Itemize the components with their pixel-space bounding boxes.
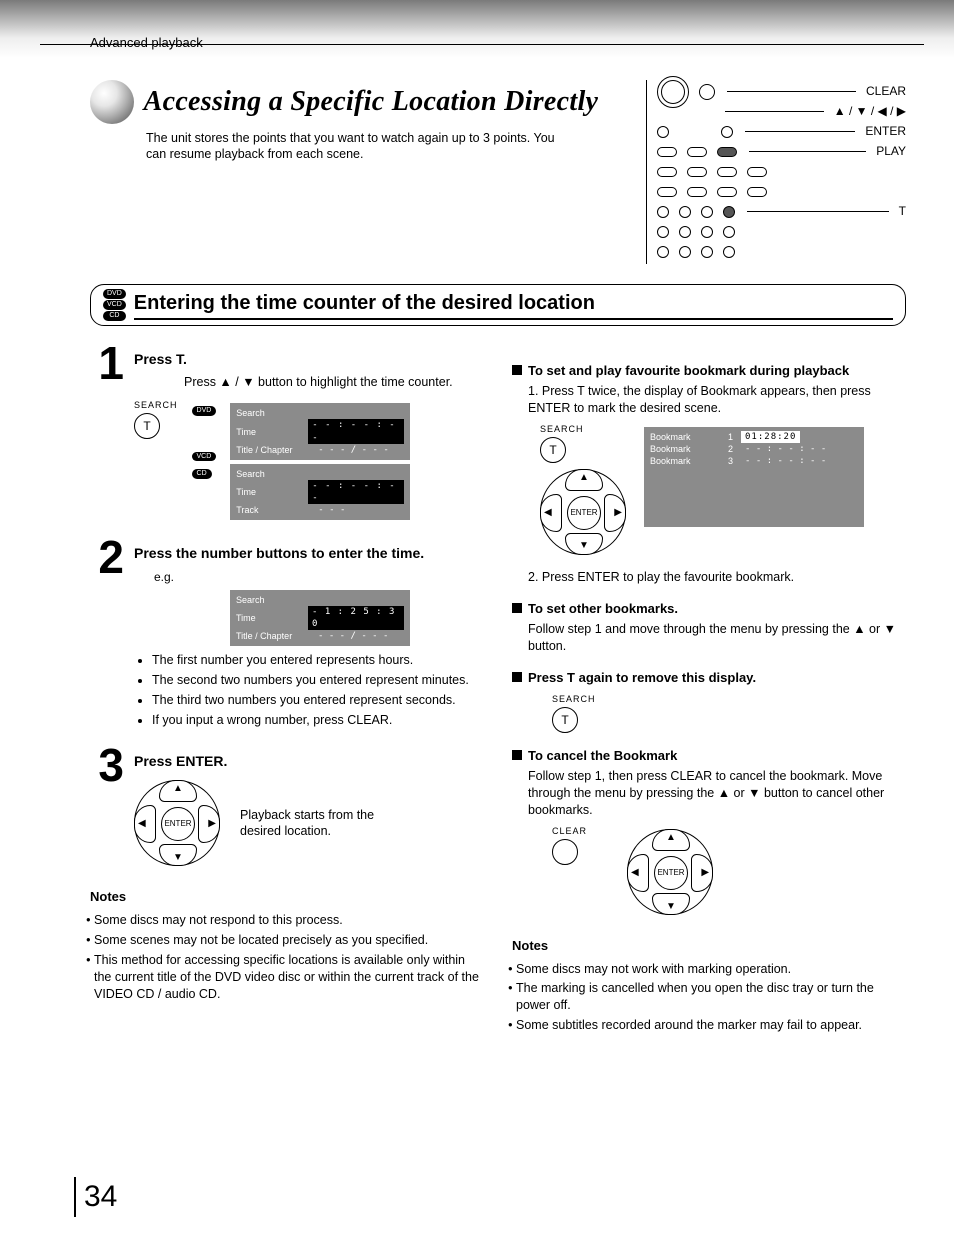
search-label: SEARCH bbox=[552, 693, 906, 705]
notes-heading: Notes bbox=[512, 937, 906, 955]
clear-button-icon bbox=[699, 84, 715, 100]
dpad-icon: ENTER ▲ ▼ ◀ ▶ bbox=[540, 469, 626, 555]
right-text: Follow step 1 and move through the menu … bbox=[528, 621, 906, 655]
t-button-icon bbox=[723, 206, 735, 218]
play-button-icon bbox=[717, 147, 737, 157]
step-number: 2 bbox=[90, 538, 124, 731]
step-number: 3 bbox=[90, 746, 124, 871]
remote-label-t: T bbox=[899, 203, 906, 219]
step-text: Press ▲ / ▼ button to highlight the time… bbox=[184, 374, 484, 391]
dvd-tag: DVD bbox=[192, 406, 217, 415]
t-button: T bbox=[552, 707, 578, 733]
step-heading: Press the number buttons to enter the ti… bbox=[134, 544, 484, 563]
page-number: 34 bbox=[74, 1177, 117, 1218]
clear-button bbox=[552, 839, 578, 865]
generic-button-icon bbox=[657, 126, 669, 138]
step-heading: Press T. bbox=[134, 350, 484, 369]
search-label: SEARCH bbox=[540, 423, 626, 435]
osd-example: Search Time - 1 : 2 5 : 3 0 Title / Chap… bbox=[230, 590, 410, 647]
clear-label: CLEAR bbox=[552, 825, 587, 837]
pill-button-icon bbox=[657, 147, 677, 157]
sphere-icon bbox=[90, 80, 134, 124]
vcd-tag: VCD bbox=[192, 452, 217, 461]
right-heading: To set other bookmarks. bbox=[528, 600, 678, 618]
page-subtitle: The unit stores the points that you want… bbox=[146, 130, 576, 164]
right-text: Follow step 1, then press CLEAR to cance… bbox=[528, 768, 906, 819]
eg-label: e.g. bbox=[154, 569, 484, 585]
remote-label-clear: CLEAR bbox=[866, 83, 906, 99]
notes-list: Some discs may not respond to this proce… bbox=[94, 912, 484, 1002]
search-label: SEARCH bbox=[134, 399, 178, 411]
page-title: Accessing a Specific Location Directly bbox=[144, 83, 599, 121]
step-number: 1 bbox=[90, 344, 124, 525]
t-button: T bbox=[540, 437, 566, 463]
step2-bullets: The first number you entered represents … bbox=[152, 652, 484, 729]
remote-label-play: PLAY bbox=[876, 143, 906, 159]
pill-button-icon bbox=[687, 147, 707, 157]
right-heading: To cancel the Bookmark bbox=[528, 747, 677, 765]
notes-heading: Notes bbox=[90, 888, 484, 906]
osd-bookmark: Bookmark 1 01:28:20 Bookmark 2 - - : - -… bbox=[644, 427, 864, 527]
dpad-icon: ENTER ▲ ▼ ◀ ▶ bbox=[627, 829, 713, 915]
dpad-icon bbox=[657, 76, 689, 108]
step-heading: Press ENTER. bbox=[134, 752, 484, 771]
remote-label-arrows: ▲ / ▼ / ◀ / ▶ bbox=[834, 103, 906, 119]
disc-type-tags: DVD VCD CD bbox=[103, 289, 126, 321]
notes-list: Some discs may not work with marking ope… bbox=[516, 961, 906, 1035]
right-text: 2. Press ENTER to play the favourite boo… bbox=[528, 569, 906, 586]
right-text: 1. Press T twice, the display of Bookmar… bbox=[528, 383, 906, 417]
right-heading: Press T again to remove this display. bbox=[528, 669, 756, 687]
remote-diagram: CLEAR ▲ / ▼ / ◀ / ▶ ENTER bbox=[646, 80, 906, 264]
osd-dvd: Search Time - - : - - : - - Title / Chap… bbox=[230, 403, 410, 460]
cd-tag: CD bbox=[192, 469, 212, 478]
osd-vcd: Search Time - - : - - : - - Track - - - bbox=[230, 464, 410, 521]
section-title: Entering the time counter of the desired… bbox=[134, 290, 893, 320]
right-heading: To set and play favourite bookmark durin… bbox=[528, 362, 849, 380]
remote-label-enter: ENTER bbox=[865, 123, 906, 139]
step-text: Playback starts from the desired locatio… bbox=[240, 807, 400, 841]
t-button: T bbox=[134, 413, 160, 439]
dpad-icon: ENTER ▲ ▼ ◀ ▶ bbox=[134, 780, 220, 866]
breadcrumb: Advanced playback bbox=[90, 28, 906, 80]
generic-button-icon bbox=[721, 126, 733, 138]
